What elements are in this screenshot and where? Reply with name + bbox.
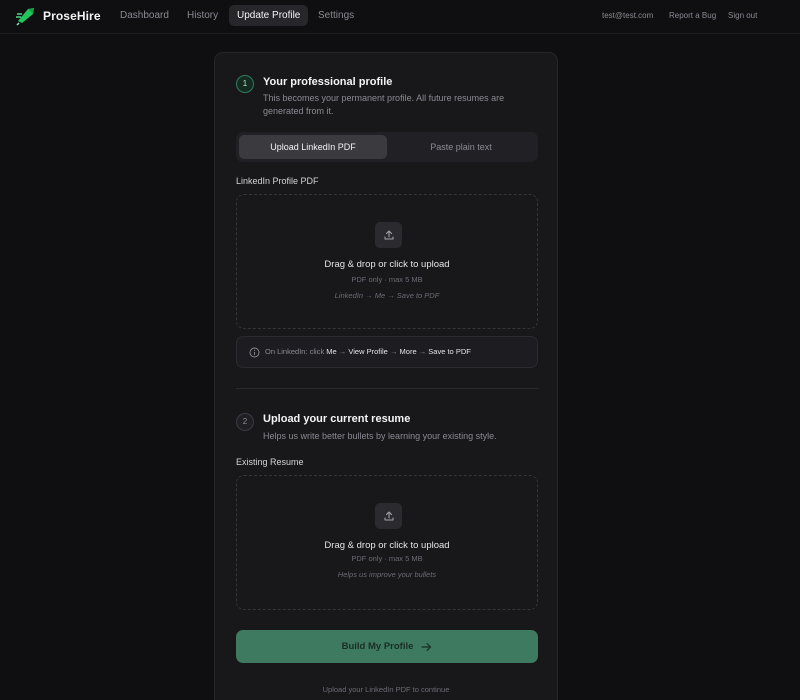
- linkedin-pdf-label: LinkedIn Profile PDF: [236, 176, 319, 186]
- step-1-title: Your professional profile: [263, 76, 393, 88]
- upload-icon: [375, 222, 402, 248]
- dropzone-hint: LinkedIn → Me → Save to PDF: [334, 291, 440, 300]
- existing-resume-label: Existing Resume: [236, 457, 304, 467]
- dropzone-file-constraints: PDF only · max 5 MB: [351, 275, 423, 284]
- continue-hint: Upload your LinkedIn PDF to continue: [322, 685, 450, 694]
- dropzone-title: Drag & drop or click to upload: [324, 540, 450, 551]
- tab-upload-linkedin-pdf[interactable]: Upload LinkedIn PDF: [239, 135, 387, 159]
- section-divider: [236, 388, 538, 389]
- info-icon: [249, 347, 260, 358]
- input-mode-tabs: Upload LinkedIn PDF Paste plain text: [236, 132, 538, 162]
- tab-paste-plain-text[interactable]: Paste plain text: [387, 135, 535, 159]
- profile-card: 1 Your professional profile This becomes…: [214, 52, 558, 700]
- step-2-badge: 2: [236, 413, 254, 431]
- step-1-desc-line-2: generated from it.: [263, 106, 334, 116]
- step-1-desc-line-1: This becomes your permanent profile. All…: [263, 93, 505, 103]
- resume-dropzone[interactable]: Drag & drop or click to upload PDF only …: [236, 475, 538, 610]
- report-bug-link[interactable]: Report a Bug: [669, 5, 716, 26]
- arrow-right-icon: [421, 642, 432, 651]
- user-email: test@test.com: [602, 11, 654, 20]
- linkedin-pdf-dropzone[interactable]: Drag & drop or click to upload PDF only …: [236, 194, 538, 329]
- dropzone-file-constraints: PDF only · max 5 MB: [351, 554, 423, 563]
- nav-link-dashboard[interactable]: Dashboard: [112, 5, 177, 26]
- dropzone-hint: Helps us improve your bullets: [337, 570, 437, 579]
- sign-out-link[interactable]: Sign out: [728, 5, 757, 26]
- step-2-title: Upload your current resume: [263, 413, 411, 425]
- upload-icon: [375, 503, 402, 529]
- build-profile-label: Build My Profile: [341, 641, 414, 652]
- step-2-desc: Helps us write better bullets by learnin…: [263, 431, 497, 441]
- nav-link-history[interactable]: History: [179, 5, 226, 26]
- build-profile-button[interactable]: Build My Profile: [236, 630, 538, 663]
- step-1-badge: 1: [236, 75, 254, 93]
- brand-name: ProseHire: [43, 9, 101, 23]
- linkedin-instructions: On LinkedIn: click Me → View Profile → M…: [236, 336, 538, 368]
- dropzone-title: Drag & drop or click to upload: [324, 259, 450, 270]
- top-nav: ProseHire Dashboard History Update Profi…: [0, 0, 800, 34]
- brand[interactable]: ProseHire: [15, 5, 101, 27]
- nav-link-settings[interactable]: Settings: [310, 5, 362, 26]
- brand-logo-icon: [16, 8, 34, 26]
- linkedin-instructions-text: On LinkedIn: click Me → View Profile → M…: [265, 347, 471, 356]
- nav-link-update-profile[interactable]: Update Profile: [229, 5, 309, 26]
